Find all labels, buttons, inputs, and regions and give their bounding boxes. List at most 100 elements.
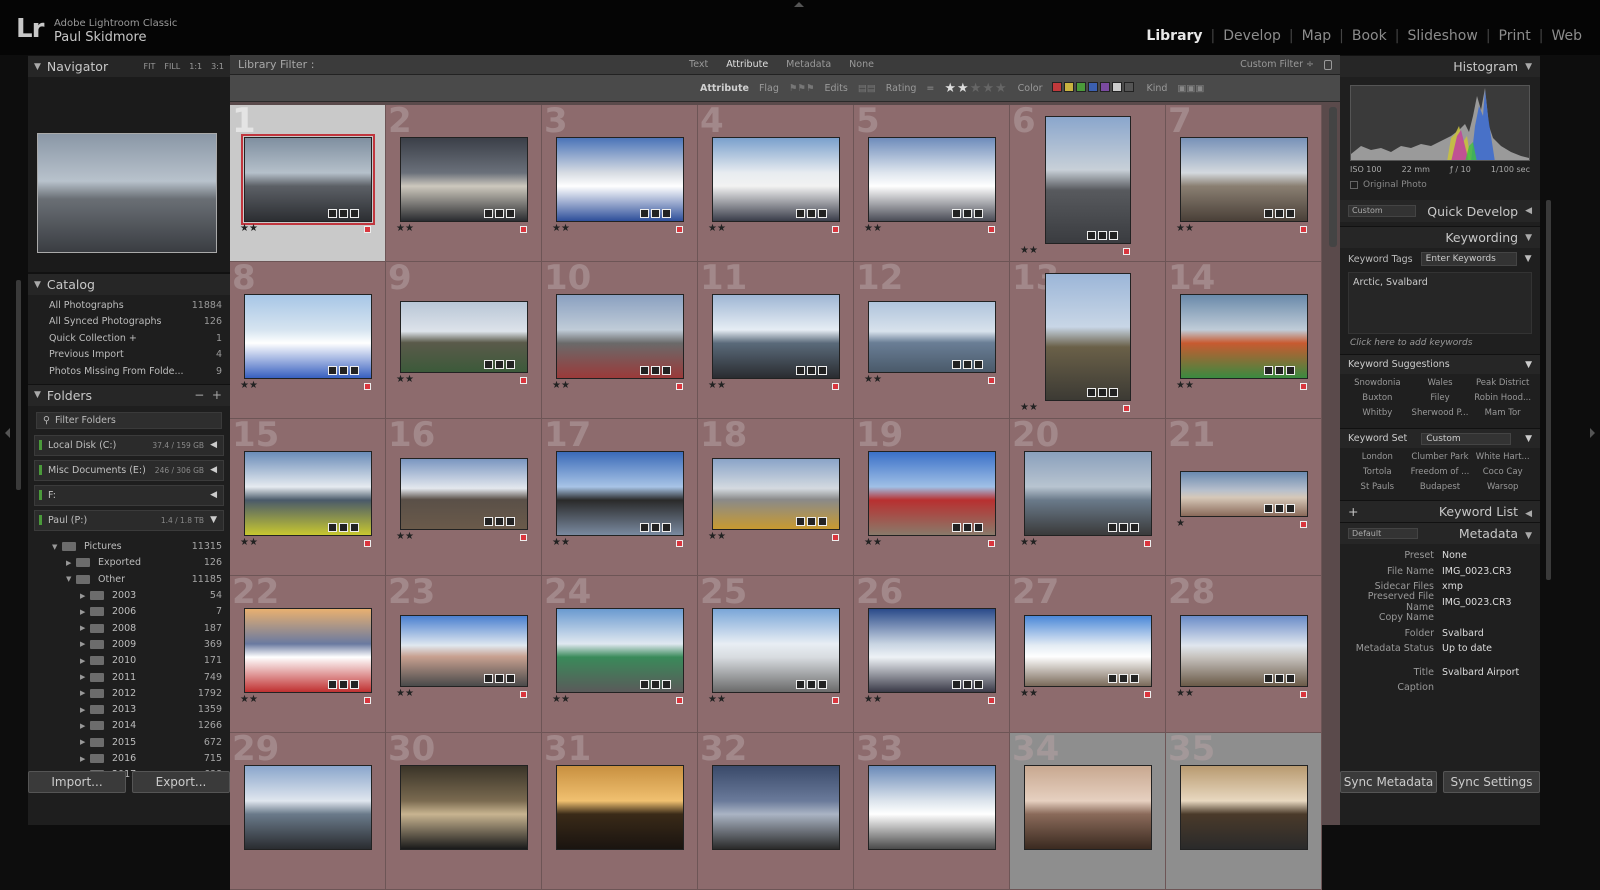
color-label-flag[interactable] <box>1144 691 1151 698</box>
disclosure-triangle-icon[interactable]: ▶ <box>80 657 90 665</box>
color-label-swatch[interactable] <box>1076 81 1087 92</box>
edits-icons[interactable]: ▤▤ <box>858 83 876 94</box>
folder-item[interactable]: ▶ Exported 126 <box>28 555 230 571</box>
grid-cell[interactable]: 9 ★★ <box>386 262 542 419</box>
color-label-flag[interactable] <box>1300 521 1307 528</box>
disclosure-triangle-icon[interactable]: ▶ <box>80 738 90 746</box>
left-panel-scrollbar[interactable] <box>16 280 21 490</box>
star-rating[interactable]: ★★ <box>864 537 882 548</box>
star-rating[interactable]: ★★ <box>396 223 414 234</box>
keyword-suggestions-header[interactable]: Keyword Suggestions ▼ <box>1340 354 1540 374</box>
histogram-graph[interactable] <box>1350 85 1530 161</box>
keyword-set-item[interactable]: Budapest <box>1409 482 1472 492</box>
grid-cell[interactable]: 3 ★★ <box>542 105 698 262</box>
grid-cell[interactable]: 28 ★★ <box>1166 576 1322 733</box>
disclosure-triangle-icon[interactable]: ▶ <box>80 706 90 714</box>
export-button[interactable]: Export... <box>132 771 230 793</box>
color-label-flag[interactable] <box>1300 226 1307 233</box>
module-book[interactable]: Book <box>1344 28 1395 44</box>
original-photo-toggle[interactable]: Original Photo <box>1340 180 1540 190</box>
color-label-flag[interactable] <box>364 540 371 547</box>
keyword-set-dropdown[interactable]: Custom <box>1421 432 1512 445</box>
star-rating[interactable]: ★★ <box>1176 688 1194 699</box>
volume-row[interactable]: Paul (P:) 1.4 / 1.8 TB ▼ <box>34 509 224 531</box>
star-rating[interactable]: ★★ <box>1020 402 1038 413</box>
color-label-flag[interactable] <box>1123 248 1130 255</box>
star-rating[interactable]: ★★ <box>864 694 882 705</box>
star-rating[interactable]: ★★ <box>240 380 258 391</box>
grid-cell[interactable]: 11 ★★ <box>698 262 854 419</box>
metadata-value[interactable]: Up to date <box>1442 643 1492 654</box>
grid-cell[interactable]: 30 <box>386 733 542 890</box>
folder-item[interactable]: ▼ Other 11185 <box>28 571 230 587</box>
star-rating[interactable]: ★★ <box>396 374 414 385</box>
star-rating[interactable]: ★★ <box>552 223 570 234</box>
star-rating[interactable]: ★★ <box>1020 245 1038 256</box>
folder-item[interactable]: ▶ 2011 749 <box>28 669 230 685</box>
disclosure-triangle-icon[interactable]: ▼ <box>52 543 62 551</box>
sync-metadata-button[interactable]: Sync Metadata <box>1340 771 1437 793</box>
grid-cell[interactable]: 12 ★★ <box>854 262 1010 419</box>
grid-cell[interactable]: 15 ★★ <box>230 419 386 576</box>
grid-cell[interactable]: 20 ★★ <box>1010 419 1166 576</box>
keyword-set-item[interactable]: Warsop <box>1471 482 1534 492</box>
star-rating[interactable]: ★ <box>1176 518 1185 529</box>
star-rating[interactable]: ★★ <box>396 531 414 542</box>
disclosure-triangle-icon[interactable]: ▶ <box>80 608 90 616</box>
star-rating[interactable]: ★★ <box>1176 380 1194 391</box>
volume-toggle-icon[interactable]: ◀ <box>210 440 217 450</box>
filter-folders-input[interactable]: ⚲ Filter Folders <box>36 411 222 429</box>
color-label-flag[interactable] <box>520 691 527 698</box>
metadata-value[interactable]: IMG_0023.CR3 <box>1442 566 1512 577</box>
grid-cell[interactable]: 25 ★★ <box>698 576 854 733</box>
custom-filter-dropdown[interactable]: Custom Filter ÷ <box>1240 59 1314 70</box>
photo-thumbnail[interactable] <box>868 765 996 850</box>
grid-cell[interactable]: 21 ★ <box>1166 419 1322 576</box>
collapse-left-panel-icon[interactable] <box>5 428 10 438</box>
folder-item[interactable]: ▶ 2008 187 <box>28 620 230 636</box>
color-label-flag[interactable] <box>1300 383 1307 390</box>
keyword-set-item[interactable]: Clumber Park <box>1409 452 1472 462</box>
grid-cell[interactable]: 22 ★★ <box>230 576 386 733</box>
grid-cell[interactable]: 35 <box>1166 733 1322 890</box>
grid-cell[interactable]: 33 <box>854 733 1010 890</box>
filter-tab-text[interactable]: Text <box>680 59 717 70</box>
grid-cell[interactable]: 10 ★★ <box>542 262 698 419</box>
navigator-image[interactable] <box>37 133 217 253</box>
grid-cell[interactable]: 14 ★★ <box>1166 262 1322 419</box>
color-label-flag[interactable] <box>832 534 839 541</box>
grid-cell[interactable]: 24 ★★ <box>542 576 698 733</box>
photo-thumbnail[interactable] <box>400 765 528 850</box>
keyword-suggestion[interactable]: Peak District <box>1471 378 1534 388</box>
folder-item[interactable]: ▶ 2013 1359 <box>28 701 230 717</box>
disclosure-triangle-icon[interactable]: ▶ <box>80 673 90 681</box>
filter-tab-metadata[interactable]: Metadata <box>777 59 840 70</box>
grid-cell[interactable]: 6 ★★ <box>1010 105 1166 262</box>
disclosure-triangle-icon[interactable]: ▶ <box>80 640 90 648</box>
filter-tab-none[interactable]: None <box>840 59 883 70</box>
metadata-value[interactable]: None <box>1442 550 1467 561</box>
grid-cell[interactable]: 18 ★★ <box>698 419 854 576</box>
folder-item[interactable]: ▶ 2003 54 <box>28 587 230 603</box>
keyword-set-item[interactable]: Tortola <box>1346 467 1409 477</box>
catalog-item[interactable]: Quick Collection + 1 <box>28 330 230 347</box>
original-photo-checkbox[interactable] <box>1350 181 1358 189</box>
module-map[interactable]: Map <box>1294 28 1340 44</box>
disclosure-triangle-icon[interactable]: ▶ <box>80 624 90 632</box>
keywording-header[interactable]: Keywording ▼ <box>1340 226 1540 248</box>
metadata-header[interactable]: Default Metadata ▼ <box>1340 522 1540 544</box>
star-rating[interactable]: ★★ <box>240 223 258 234</box>
photo-thumbnail[interactable] <box>1045 116 1131 244</box>
grid-cell[interactable]: 5 ★★ <box>854 105 1010 262</box>
add-keyword-plus[interactable]: + <box>1348 504 1358 519</box>
color-label-flag[interactable] <box>832 697 839 704</box>
navigator-preview[interactable] <box>28 77 230 273</box>
rating-operator[interactable]: = <box>926 83 934 94</box>
grid-cell[interactable]: 26 ★★ <box>854 576 1010 733</box>
module-library[interactable]: Library <box>1138 28 1210 44</box>
zoom-option-fill[interactable]: FILL <box>164 62 180 71</box>
collapse-right-panel-icon[interactable] <box>1590 428 1595 438</box>
catalog-item[interactable]: Previous Import 4 <box>28 347 230 364</box>
keyword-set-item[interactable]: White Hart... <box>1471 452 1534 462</box>
filter-tab-attribute[interactable]: Attribute <box>717 59 777 70</box>
